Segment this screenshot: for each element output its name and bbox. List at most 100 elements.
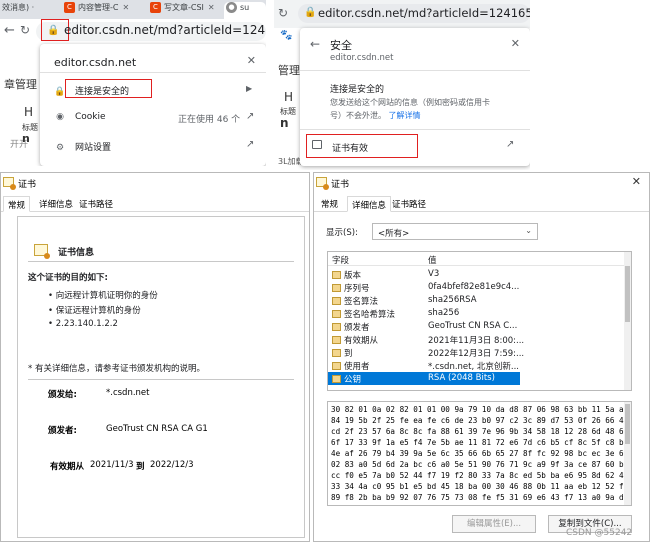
field-value: 0fa4bfef82e81e9c4... [428, 282, 520, 292]
hex-line: 89 f8 2b ba b9 92 07 76 75 73 08 fe f5 3… [331, 493, 632, 502]
hex-line: 84 19 5b 2f 25 fe ea fe c6 de 23 b0 97 c… [331, 416, 632, 425]
purpose-item: • 2.23.140.1.2.2 [48, 319, 118, 329]
dialog-titlebar: 证书 ✕ [314, 173, 649, 193]
field-text: 签名哈希算法 [344, 310, 396, 320]
divider [300, 70, 530, 71]
field-row[interactable]: 使用者 *.csdn.net, 北京创新... [328, 359, 628, 372]
valid-to-label: 到 [136, 462, 145, 472]
valid-to-value: 2022/12/3 [150, 460, 194, 470]
cookie-icon: ◉ [56, 112, 64, 122]
scrollbar-thumb[interactable] [625, 404, 630, 444]
globe-icon: ● [226, 2, 237, 13]
field-row[interactable]: 序列号 0fa4bfef82e81e9c4... [328, 281, 628, 294]
cookie-count: 正在使用 46 个 [178, 115, 241, 125]
hex-line: 02 83 a0 5d 6d 2a bc c6 a0 5e 51 90 76 7… [331, 460, 632, 469]
divider [40, 72, 266, 73]
tab-cert-path[interactable]: 证书路径 [75, 196, 117, 212]
secure-description: 号）不会外泄。 了解详情 [330, 110, 421, 121]
detail-scrollbar[interactable] [624, 402, 631, 505]
address-url[interactable]: editor.csdn.net/md?articleId=124165507 [64, 23, 266, 37]
tab-bar: 常规 详细信息 证书路径 [1, 195, 309, 212]
purpose-text: 保证远程计算机的身份 [55, 306, 141, 316]
back-arrow-icon[interactable]: ← [310, 37, 320, 51]
field-name: 颁发者 [332, 321, 370, 333]
divider [28, 379, 294, 380]
field-row-selected[interactable]: 公钥 RSA (2048 Bits) [328, 372, 520, 385]
external-link-icon[interactable]: ↗ [246, 111, 254, 122]
field-name: 使用者 [332, 360, 370, 372]
browser-tab[interactable]: C 内容管理-C ✕ [62, 2, 132, 19]
chevron-down-icon: ⌄ [525, 226, 532, 235]
item-label: 网站设置 [75, 143, 112, 153]
highlight-secure-box [65, 79, 152, 98]
certificate-details-dialog: 证书 ✕ 常规 详细信息 证书路径 显示(S): <所有> ⌄ 字段 值 版本 V… [313, 172, 650, 542]
dialog-title: 证书 [18, 180, 37, 190]
close-icon[interactable]: ✕ [247, 54, 256, 67]
tab-general[interactable]: 常规 [3, 196, 31, 212]
reload-icon[interactable]: ↻ [20, 23, 30, 37]
tab-cert-path[interactable]: 证书路径 [388, 196, 430, 212]
cert-note: * 有关详细信息，请参考证书颁发机构的说明。 [28, 364, 205, 374]
certificate-icon [34, 244, 50, 259]
col-field-header[interactable]: 字段 [332, 254, 349, 266]
certificate-icon [3, 177, 16, 190]
list-scrollbar[interactable] [624, 252, 631, 390]
field-icon [332, 310, 341, 318]
field-name: 签名算法 [332, 295, 378, 307]
external-link-icon[interactable]: ↗ [246, 139, 254, 150]
field-text: 版本 [344, 271, 362, 281]
close-icon[interactable]: ✕ [632, 175, 641, 188]
close-icon[interactable]: ✕ [511, 37, 520, 50]
csdn-favicon-icon: C [64, 2, 75, 13]
edit-properties-button[interactable]: 编辑属性(E)... [452, 515, 536, 533]
tab-label: 效消息) · [2, 3, 35, 12]
cookie-item[interactable]: ◉ Cookie [54, 112, 105, 122]
field-row[interactable]: 有效期从 2021年11月3日 8:00:... [328, 333, 628, 346]
address-url[interactable]: editor.csdn.net/md?articleId=124165507 [318, 6, 530, 20]
field-row[interactable]: 版本 V3 [328, 268, 628, 281]
chevron-right-icon: ▶ [246, 84, 253, 93]
issued-to-label: 颁发给: [48, 390, 77, 400]
field-row[interactable]: 颁发者 GeoTrust CN RSA C... [328, 320, 628, 333]
learn-more-link[interactable]: 了解详情 [389, 111, 421, 120]
field-row[interactable]: 到 2022年12月3日 7:59:... [328, 346, 628, 359]
tab-label: 内容管理-C [78, 3, 119, 12]
dialog-titlebar: 证书 [1, 173, 309, 193]
purpose-text: 2.23.140.1.2.2 [55, 319, 118, 329]
field-icon [332, 375, 341, 383]
lock-icon[interactable]: 🔒 [304, 7, 316, 18]
field-name: 签名哈希算法 [332, 308, 395, 320]
field-icon [332, 297, 341, 305]
site-settings-item[interactable]: ⚙ 网站设置 [54, 140, 111, 153]
browser-tab-active[interactable]: ● su [224, 2, 266, 19]
field-icon [332, 284, 341, 292]
info-title: 证书信息 [58, 248, 95, 258]
field-row[interactable]: 签名哈希算法 sha256 [328, 307, 628, 320]
browser-site-info-window: 效消息) · C 内容管理-C ✕ C 写文章-CSI ✕ ● su ← ↻ 🔒 edit… [0, 0, 266, 166]
field-row[interactable]: 签名算法 sha256RSA [328, 294, 628, 307]
tab-label: su [240, 3, 250, 12]
hex-line: cc f0 e5 7a b0 52 44 f7 19 f2 80 33 7a 8… [331, 471, 632, 480]
tab-general[interactable]: 常规 [317, 196, 342, 212]
reload-icon[interactable]: ↻ [278, 6, 288, 20]
certificate-icon [316, 177, 329, 190]
tab-details[interactable]: 详细信息 [347, 196, 392, 212]
close-icon[interactable]: ✕ [208, 3, 215, 12]
browser-tab[interactable]: 效消息) · [0, 2, 44, 19]
back-arrow-icon[interactable]: ← [4, 23, 15, 38]
security-popup: ← 安全 editor.csdn.net ✕ 连接是安全的 您发送给这个网站的信… [300, 28, 530, 166]
hex-line: 4e af 26 79 b4 39 9a 5e 6c 35 66 6b 65 2… [331, 449, 632, 458]
field-name: 公钥 [332, 373, 361, 385]
close-icon[interactable]: ✕ [122, 3, 129, 12]
gear-icon: ⚙ [55, 143, 65, 153]
scrollbar-thumb[interactable] [625, 266, 630, 322]
show-select[interactable]: <所有> ⌄ [372, 223, 538, 240]
field-list[interactable]: 字段 值 版本 V3 序列号 0fa4bfef82e81e9c4... 签名算法 sh… [327, 251, 632, 391]
field-text: 有效期从 [344, 336, 379, 346]
col-value-header[interactable]: 值 [428, 254, 437, 266]
issued-by-value: GeoTrust CN RSA CA G1 [106, 424, 208, 434]
tab-details[interactable]: 详细信息 [35, 196, 77, 212]
value-detail-box[interactable]: 30 82 01 0a 02 82 01 01 00 9a 79 10 da d… [327, 401, 632, 506]
valid-from-value: 2021/11/3 [90, 460, 134, 470]
browser-tab[interactable]: C 写文章-CSI ✕ [148, 2, 218, 19]
